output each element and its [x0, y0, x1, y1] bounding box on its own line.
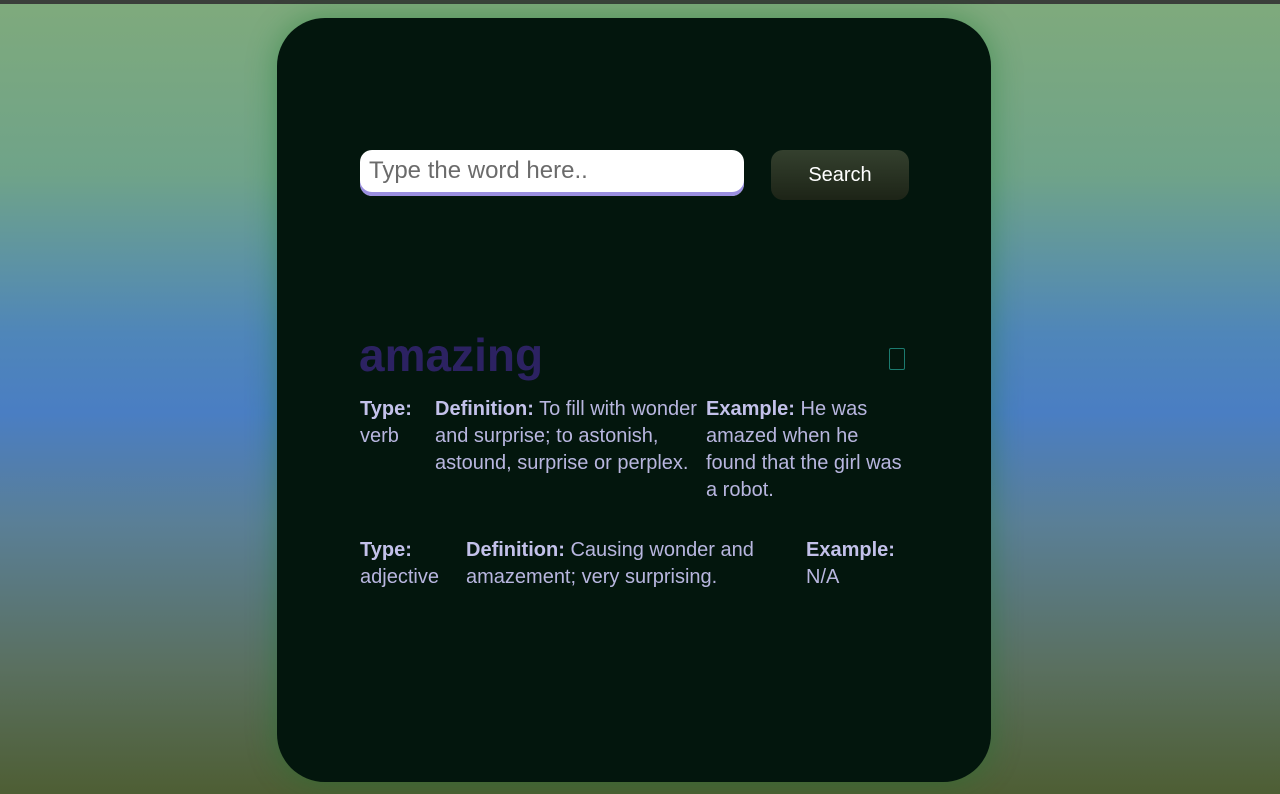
result-word: amazing — [359, 329, 544, 381]
meaning-definition: Definition: Causing wonder and amazement… — [466, 537, 806, 591]
meaning-row: Type: adjective Definition: Causing wond… — [360, 537, 910, 591]
search-input[interactable] — [360, 150, 744, 196]
dictionary-card: Search amazing Type: verb Definition: To… — [277, 18, 991, 782]
meaning-example: Example: He was amazed when he found tha… — [706, 396, 906, 504]
definition-label: Definition: — [466, 539, 565, 561]
type-label: Type: — [360, 539, 412, 561]
speaker-icon[interactable] — [889, 348, 905, 370]
meaning-type: Type: adjective — [360, 537, 466, 591]
browser-top-edge — [0, 0, 1280, 4]
type-value: verb — [360, 425, 399, 447]
meaning-definition: Definition: To fill with wonder and surp… — [435, 396, 706, 504]
type-value: adjective — [360, 566, 439, 588]
example-text: N/A — [806, 566, 840, 588]
example-label: Example: — [806, 539, 895, 561]
definition-label: Definition: — [435, 398, 534, 420]
search-button[interactable]: Search — [771, 150, 909, 200]
type-label: Type: — [360, 398, 412, 420]
example-label: Example: — [706, 398, 795, 420]
meaning-example: Example: N/A — [806, 537, 910, 591]
meaning-type: Type: verb — [360, 396, 435, 504]
meaning-row: Type: verb Definition: To fill with wond… — [360, 396, 910, 504]
